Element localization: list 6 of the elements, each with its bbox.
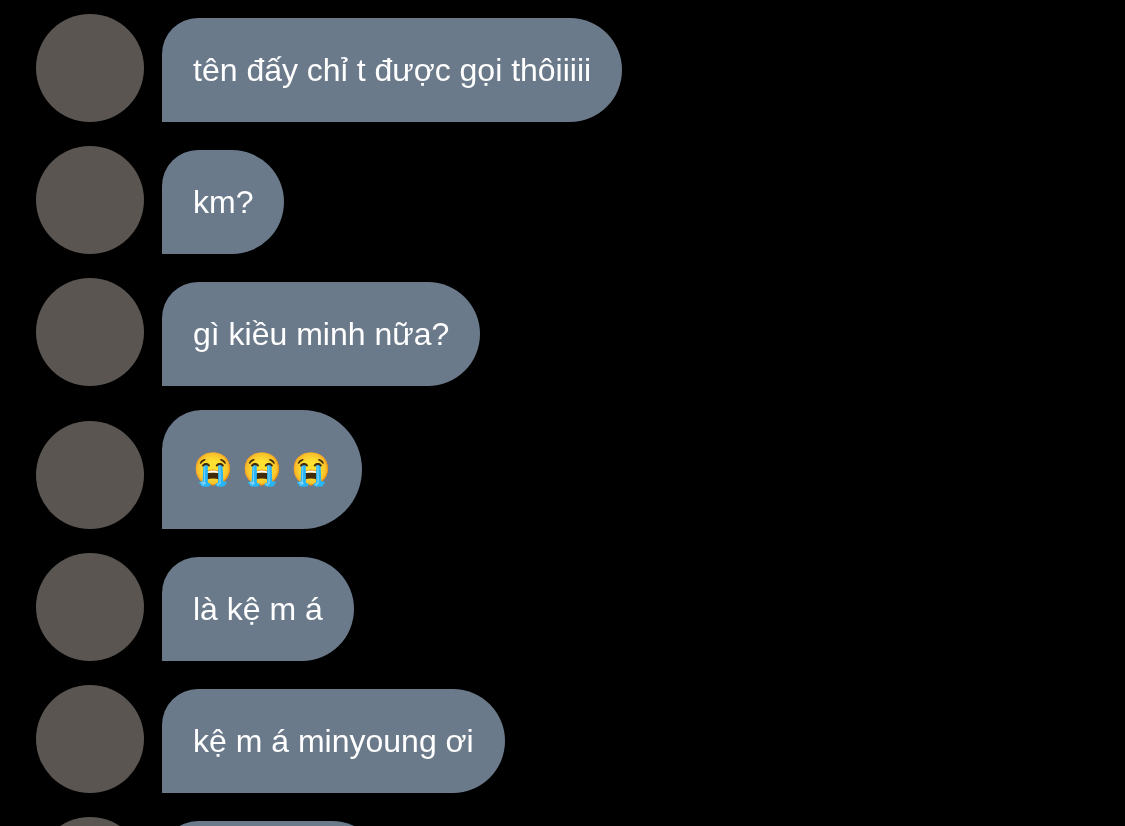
message-bubble: km? [162, 150, 285, 254]
message-bubble: gì kiều minh nữa? [162, 282, 481, 386]
message-bubble: kệ m á minyoung ơi [162, 689, 505, 793]
message-bubble: tên đấy chỉ t được gọi thôiiiii [162, 18, 623, 122]
message-bubble: là kệ m á [162, 557, 354, 661]
message-bubble: 😭 😭 😭 [162, 410, 362, 529]
